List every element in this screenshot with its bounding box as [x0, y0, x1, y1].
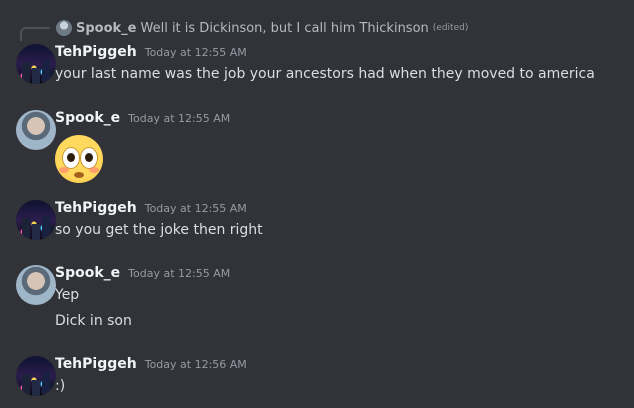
message-group: TehPiggeh Today at 12:55 AM so you get t… — [16, 200, 634, 245]
author-name[interactable]: TehPiggeh — [55, 356, 137, 372]
author-name[interactable]: TehPiggeh — [55, 200, 137, 216]
timestamp: Today at 12:55 AM — [128, 267, 231, 280]
avatar[interactable] — [16, 265, 56, 305]
message-text: so you get the joke then right — [55, 222, 263, 238]
flushed-face-emoji[interactable] — [55, 135, 103, 183]
message-text: Dick in son — [55, 313, 132, 329]
message-header: Spook_e Today at 12:55 AM — [55, 110, 230, 126]
timestamp: Today at 12:55 AM — [144, 46, 247, 59]
message-group: TehPiggeh Today at 12:56 AM :) — [16, 356, 634, 401]
message-text: your last name was the job your ancestor… — [55, 66, 595, 82]
timestamp: Today at 12:55 AM — [144, 202, 247, 215]
message-group: TehPiggeh Today at 12:55 AM your last na… — [16, 44, 634, 94]
message-header: TehPiggeh Today at 12:56 AM — [55, 356, 247, 372]
message-group: Spook_e Today at 12:55 AM Yep Dick in so… — [16, 265, 634, 335]
message-header: Spook_e Today at 12:55 AM — [55, 265, 230, 281]
author-name[interactable]: Spook_e — [55, 110, 120, 126]
timestamp: Today at 12:55 AM — [128, 112, 231, 125]
timestamp: Today at 12:56 AM — [144, 358, 247, 371]
message-text: :) — [55, 378, 66, 394]
reply-avatar — [56, 20, 72, 36]
edited-label: (edited) — [432, 23, 469, 33]
reply-spine — [20, 27, 50, 41]
avatar[interactable] — [16, 44, 56, 84]
reply-text: Well it is Dickinson, but I call him Thi… — [140, 20, 429, 36]
message-group: Spook_e Today at 12:55 AM — [16, 110, 634, 190]
message-header: TehPiggeh Today at 12:55 AM — [55, 44, 247, 60]
reply-author[interactable]: Spook_e — [76, 21, 137, 36]
message-header: TehPiggeh Today at 12:55 AM — [55, 200, 247, 216]
message-text: Yep — [55, 287, 80, 303]
avatar[interactable] — [16, 110, 56, 150]
avatar[interactable] — [16, 200, 56, 240]
reply-preview[interactable]: Spook_e Well it is Dickinson, but I call… — [56, 19, 468, 37]
author-name[interactable]: TehPiggeh — [55, 44, 137, 60]
author-name[interactable]: Spook_e — [55, 265, 120, 281]
avatar[interactable] — [16, 356, 56, 396]
